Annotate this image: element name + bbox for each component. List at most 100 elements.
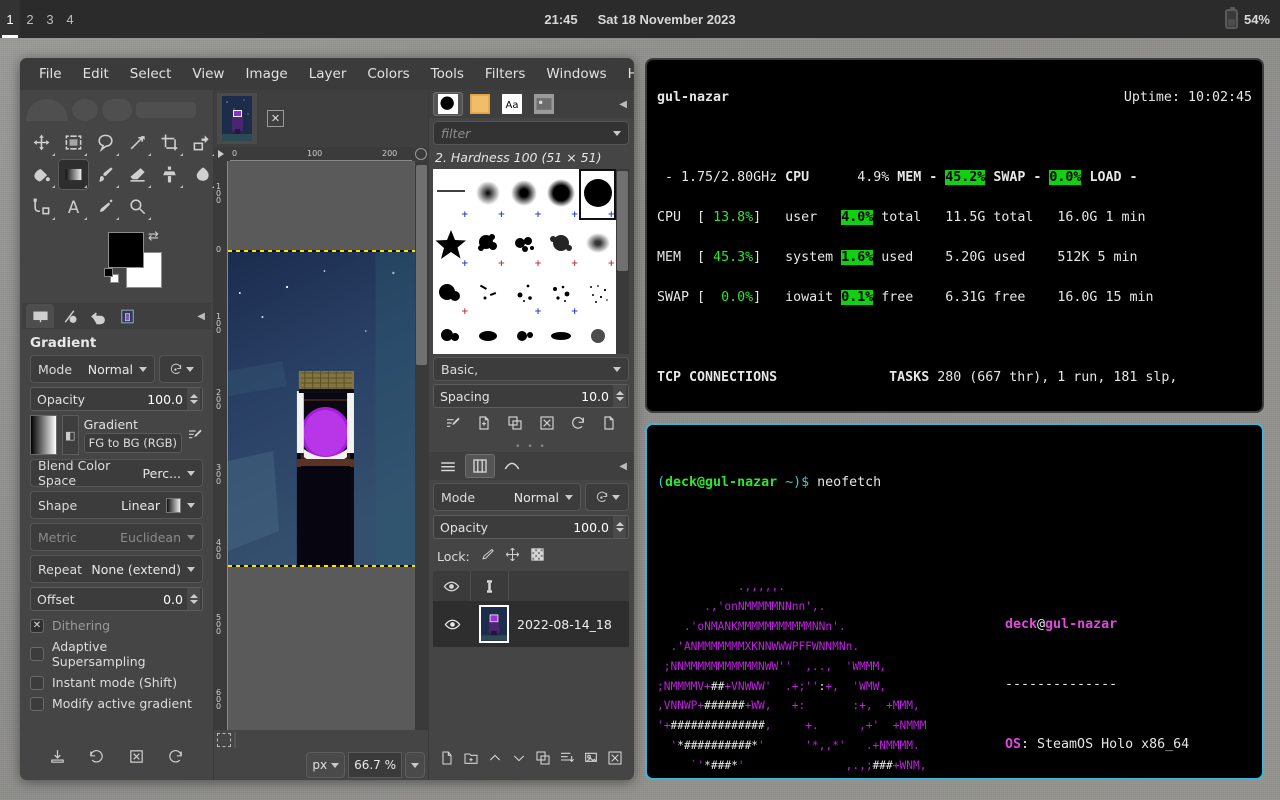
- new-brush-icon[interactable]: [476, 415, 492, 435]
- anchor-layer-icon[interactable]: [583, 750, 599, 770]
- canvas-vertical-scrollbar[interactable]: [415, 161, 428, 730]
- offset-stepper[interactable]: [187, 588, 200, 610]
- blend-colorspace-combo[interactable]: Blend Color Space Perc...: [30, 458, 203, 488]
- paths-tab[interactable]: [497, 454, 527, 478]
- brush-cell[interactable]: +: [506, 220, 543, 269]
- brush-grid[interactable]: + + + + + + + + + + + + +: [433, 169, 616, 354]
- brush-cell[interactable]: +: [433, 169, 470, 220]
- lock-position-icon[interactable]: [505, 547, 520, 565]
- menu-edit[interactable]: Edit: [74, 62, 118, 86]
- neofetch-terminal[interactable]: (deck@gul-nazar ~)$ neofetch .,,,,,. .,'…: [645, 423, 1264, 780]
- layer-visibility-toggle[interactable]: [433, 616, 471, 633]
- chevron-down-icon[interactable]: [613, 130, 621, 136]
- brush-cell[interactable]: [433, 317, 470, 354]
- quick-mask-icon[interactable]: [415, 148, 427, 160]
- image-thumbnail-tab[interactable]: [217, 93, 257, 144]
- new-layer-group-icon[interactable]: [463, 750, 479, 770]
- image-canvas[interactable]: [228, 161, 428, 730]
- dithering-checkbox-row[interactable]: ✕ Dithering: [30, 615, 203, 636]
- gradient-preview-swatch[interactable]: [30, 415, 57, 455]
- brush-tag-combo[interactable]: Basic,: [433, 357, 629, 381]
- refresh-brushes-icon[interactable]: [570, 415, 586, 435]
- gradient-tool[interactable]: [58, 159, 89, 190]
- brush-grid-scrollbar[interactable]: [616, 169, 629, 354]
- edit-brush-icon[interactable]: [445, 415, 461, 435]
- modify-active-gradient-row[interactable]: Modify active gradient: [30, 693, 203, 714]
- repeat-combo[interactable]: Repeat None (extend): [30, 555, 203, 583]
- align-tool[interactable]: [26, 191, 57, 222]
- brush-cell[interactable]: +: [433, 269, 470, 318]
- restore-tool-preset-icon[interactable]: [88, 748, 105, 769]
- zoom-tool[interactable]: [122, 191, 153, 222]
- brush-cell[interactable]: [579, 317, 616, 354]
- brush-cell[interactable]: +: [433, 220, 470, 269]
- dock-menu-arrow[interactable]: ◀: [619, 461, 629, 472]
- reverse-gradient-button[interactable]: ◧: [61, 415, 79, 455]
- brush-cell[interactable]: +: [506, 269, 543, 318]
- brush-cell[interactable]: [543, 317, 580, 354]
- menu-file[interactable]: File: [30, 62, 71, 86]
- delete-tool-preset-icon[interactable]: [128, 748, 145, 769]
- close-image-icon[interactable]: ✕: [267, 110, 284, 127]
- delete-layer-icon[interactable]: [607, 750, 623, 770]
- menu-tools[interactable]: Tools: [422, 62, 473, 86]
- delete-brush-icon[interactable]: [539, 415, 555, 435]
- brush-cell[interactable]: +: [470, 220, 507, 269]
- horizontal-ruler[interactable]: 0 100 200: [214, 147, 428, 161]
- brush-cell-selected[interactable]: +: [579, 169, 616, 220]
- crop-tool[interactable]: [154, 127, 185, 158]
- brushes-tab[interactable]: [433, 92, 463, 116]
- brush-spacing-slider[interactable]: Spacing 10.0: [433, 384, 629, 408]
- brush-cell[interactable]: +: [579, 220, 616, 269]
- duplicate-layer-icon[interactable]: [535, 750, 551, 770]
- menu-view[interactable]: View: [183, 62, 233, 86]
- dock-resize-handle[interactable]: • • •: [429, 442, 633, 452]
- new-layer-icon[interactable]: [439, 750, 455, 770]
- canvas-image[interactable]: [228, 250, 415, 567]
- duplicate-brush-icon[interactable]: [507, 415, 523, 435]
- battery-indicator[interactable]: 54%: [1224, 7, 1270, 29]
- layer-mode-combo[interactable]: Mode Normal: [433, 483, 581, 511]
- paint-mode-combo[interactable]: Mode Normal: [30, 355, 155, 383]
- eraser-tool[interactable]: [122, 159, 153, 190]
- adaptive-supersampling-checkbox[interactable]: [30, 647, 44, 661]
- menu-help[interactable]: Help: [619, 62, 634, 86]
- move-tool[interactable]: [26, 127, 57, 158]
- zoom-preset-combo[interactable]: [405, 752, 425, 778]
- edit-gradient-icon[interactable]: [187, 427, 203, 443]
- ruler-corner-menu-icon[interactable]: [214, 147, 228, 161]
- reset-colors-icon[interactable]: [104, 268, 122, 286]
- document-history-tab[interactable]: [529, 92, 559, 116]
- paintbrush-tool[interactable]: [90, 159, 121, 190]
- brush-cell[interactable]: [579, 269, 616, 318]
- reset-tool-options-icon[interactable]: [167, 748, 184, 769]
- shape-combo[interactable]: Shape Linear: [30, 491, 203, 519]
- channels-tab[interactable]: [465, 454, 495, 478]
- device-status-tab[interactable]: [55, 304, 83, 328]
- brush-cell[interactable]: [470, 317, 507, 354]
- reset-blend-mode-button[interactable]: [159, 355, 203, 383]
- reset-layer-mode-button[interactable]: [585, 483, 629, 511]
- menu-colors[interactable]: Colors: [358, 62, 418, 86]
- brush-cell[interactable]: [470, 269, 507, 318]
- eye-icon[interactable]: [433, 571, 471, 601]
- brush-cell[interactable]: +: [543, 220, 580, 269]
- adaptive-supersampling-row[interactable]: Adaptive Supersampling: [30, 636, 203, 672]
- lock-pixels-icon[interactable]: [480, 547, 495, 565]
- gradient-name-value[interactable]: FG to BG (RGB): [83, 433, 182, 453]
- workspace-1[interactable]: 1: [0, 0, 20, 38]
- menu-filters[interactable]: Filters: [476, 62, 534, 86]
- color-picker-tool[interactable]: [90, 191, 121, 222]
- text-tool[interactable]: A: [58, 191, 89, 222]
- transform-tool[interactable]: [186, 127, 217, 158]
- workspace-3[interactable]: 3: [40, 0, 60, 38]
- menu-image[interactable]: Image: [236, 62, 296, 86]
- instant-mode-checkbox[interactable]: [30, 675, 44, 690]
- tool-options-tab[interactable]: [26, 304, 54, 328]
- brush-cell[interactable]: +: [470, 169, 507, 220]
- table-row[interactable]: 2022-08-14_18: [433, 601, 629, 647]
- undo-history-tab[interactable]: [84, 304, 112, 328]
- menu-layer[interactable]: Layer: [300, 62, 356, 86]
- foreground-background-colors[interactable]: ⇄: [26, 226, 209, 300]
- rectangle-select-tool[interactable]: [58, 127, 89, 158]
